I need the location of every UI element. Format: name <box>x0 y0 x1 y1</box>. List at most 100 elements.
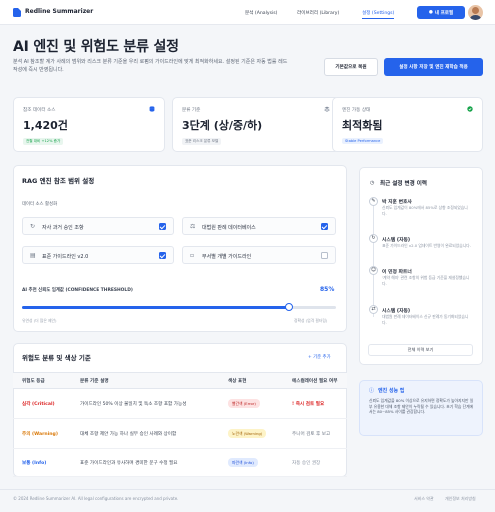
source-checkbox[interactable] <box>321 223 328 230</box>
source-checkbox[interactable] <box>159 223 166 230</box>
tip-text: 신뢰도 임계값을 80% 이상으로 유지하면 정확도가 높아지지만 일부 유용한… <box>369 398 474 414</box>
document-icon: ▤ <box>30 252 36 259</box>
user-icon: ☺ <box>369 266 378 275</box>
history-icon: ↻ <box>30 223 36 230</box>
stat-label: 분류 기준 <box>182 108 201 113</box>
logo-icon <box>13 8 21 17</box>
col-description: 분류 기준 설명 <box>71 372 219 389</box>
refresh-icon: ↻ <box>369 234 378 243</box>
user-icon: ● <box>428 10 433 15</box>
history-item-title: 박 지훈 변호사 <box>382 200 412 205</box>
footer-link-terms[interactable]: 서비스 약관 <box>414 496 434 502</box>
threshold-slider[interactable] <box>22 303 336 311</box>
clock-icon: ◷ <box>370 180 375 186</box>
source-checkbox[interactable] <box>159 252 166 259</box>
table-row[interactable]: 주의 (Warning) 대체 조항 제안 가능 하나 실무 승인 사례와 상이… <box>13 418 347 449</box>
history-item-desc: 신뢰도 임계값이 80%에서 85%로 상향 조정되었습니다. <box>382 205 468 216</box>
nav-library[interactable]: 라이브러리 (Library) <box>297 10 339 16</box>
stat-sub: 전월 대비 +12% 증가 <box>23 138 64 145</box>
history-card <box>359 167 483 365</box>
risk-description: 대체 조항 제안 가능 하나 실무 승인 사례와 상이함 <box>71 418 219 449</box>
color-badge: 파란색 (Info) <box>228 458 258 467</box>
risk-table: 위험도 등급 분류 기준 설명 색상 표현 에스컬레이션 필요 여부 심각 (C… <box>13 372 347 477</box>
risk-grade: 보통 (Info) <box>13 448 71 477</box>
sources-label: 데이터 소스 활성화 <box>22 202 58 207</box>
scale-icon: ⚖ <box>190 223 196 230</box>
edit-icon: ✎ <box>369 197 378 206</box>
check-circle-icon <box>467 106 473 112</box>
risk-grade: 심각 (Critical) <box>13 388 71 419</box>
nav-settings[interactable]: 설정 (Settings) <box>362 10 395 19</box>
stat-value: 3단계 (상/중/하) <box>182 119 263 132</box>
top-bar: Redline Summarizer 분석 (Analysis) 라이브러리 (… <box>0 0 495 25</box>
history-title: 최근 설정 변경 이력 <box>380 181 428 187</box>
layers-icon <box>324 106 330 112</box>
risk-description: 표준 가이드라인과 유사하며 경미한 문구 수정 필요 <box>71 448 219 477</box>
source-label: 부서별 개별 가이드라인 <box>202 254 252 260</box>
history-item-desc: '계약 해지' 관련 조항의 위험 등급 기준을 재설정했습니다. <box>382 275 470 286</box>
tip-title: 엔진 성능 팁 <box>378 388 405 394</box>
risk-description: 가이드라인 50% 이상 불일치 및 독소 조항 포함 가능성 <box>71 388 219 419</box>
source-checkbox[interactable] <box>321 252 328 259</box>
slider-min-label: 유연성 (더 많은 제안) <box>22 318 57 323</box>
source-label: 대법원 판례 데이터베이스 <box>202 225 256 231</box>
escalation-text: 자동 승인 권장 <box>283 448 347 477</box>
color-badge: 노란색 (Warning) <box>228 429 267 438</box>
col-grade: 위험도 등급 <box>13 372 71 389</box>
escalation-text: 주니어 검토 후 보고 <box>283 418 347 449</box>
profile-button-label: 내 프로필 <box>434 10 454 16</box>
folder-icon: ▫ <box>190 252 195 259</box>
source-standard-guideline[interactable]: ▤ 표준 가이드라인 v2.0 <box>22 246 174 264</box>
view-all-history-button[interactable]: 전체 이력 보기 <box>368 344 473 356</box>
history-item-title: 시스템 (자동) <box>382 309 411 314</box>
history-item-desc: 표준 가이드라인 v2.0 업데이트 반영이 완료되었습니다. <box>382 243 471 248</box>
slider-thumb[interactable] <box>284 303 293 311</box>
nav-analysis[interactable]: 분석 (Analysis) <box>245 10 277 16</box>
risk-grade: 주의 (Warning) <box>13 418 71 449</box>
stat-value: 최적화됨 <box>342 119 383 132</box>
source-label: 자사 과거 승인 조항 <box>42 225 84 231</box>
footer-link-privacy[interactable]: 개인정보 처리방침 <box>445 496 476 502</box>
stat-label: 엔진 가동 상태 <box>342 108 371 113</box>
col-color: 색상 표현 <box>219 372 283 389</box>
rag-section-title: RAG 엔진 참조 범위 설정 <box>22 177 95 185</box>
source-label: 표준 가이드라인 v2.0 <box>42 254 89 260</box>
stat-value: 1,420건 <box>23 119 68 132</box>
threshold-label: AI 추천 신뢰도 임계값 (CONFIDENCE THRESHOLD) <box>22 288 133 293</box>
sync-icon: ⇄ <box>369 305 378 314</box>
info-icon: ⓘ <box>369 388 375 394</box>
page-title: AI 엔진 및 위험도 분류 설정 <box>13 39 179 55</box>
stat-label: 참조 데이터 소스 <box>23 108 56 113</box>
save-and-retrain-button[interactable]: 설정 사항 저장 및 엔진 재학습 적용 <box>384 58 483 76</box>
stat-sub: Stable Performance <box>342 138 384 144</box>
history-item-desc: 대법원 판례 데이터베이스 신규 판례가 동기화되었습니다. <box>382 314 469 325</box>
table-row[interactable]: 보통 (Info) 표준 가이드라인과 유사하며 경미한 문구 수정 필요 파란… <box>13 448 347 477</box>
database-icon <box>149 106 155 112</box>
risk-section-title: 위험도 분류 및 색상 기준 <box>22 354 91 362</box>
reset-defaults-button[interactable]: 기본값으로 복원 <box>324 58 378 76</box>
color-badge: 빨간색 (Error) <box>228 399 260 408</box>
col-escalation: 에스컬레이션 필요 여부 <box>283 372 347 389</box>
stat-card-sources: 참조 데이터 소스 1,420건 전월 대비 +12% 증가 <box>13 97 165 152</box>
timeline-line <box>373 201 374 317</box>
source-past-approved[interactable]: ↻ 자사 과거 승인 조항 <box>22 217 174 235</box>
source-supreme-court[interactable]: ⚖ 대법원 판례 데이터베이스 <box>182 217 336 235</box>
history-item-title: 시스템 (자동) <box>382 238 411 243</box>
history-item-title: 이 민정 파트너 <box>382 270 412 275</box>
avatar[interactable] <box>468 5 483 20</box>
threshold-value: 85% <box>320 286 335 293</box>
footer-divider <box>0 489 495 490</box>
stat-card-criteria: 분류 기준 3단계 (상/중/하) 표준 리스크 분류 모델 <box>172 97 340 152</box>
source-department-guideline[interactable]: ▫ 부서별 개별 가이드라인 <box>182 246 336 264</box>
add-criteria-button[interactable]: + 기준 추가 <box>308 354 331 360</box>
slider-max-label: 정확성 (엄격 필터링) <box>294 318 328 323</box>
table-row[interactable]: 심각 (Critical) 가이드라인 50% 이상 불일치 및 독소 조항 포… <box>13 388 347 419</box>
footer-copyright: © 2024 Redline Summarizer AI. All legal … <box>13 496 179 501</box>
escalation-text: 즉시 검토 필요 <box>295 401 325 407</box>
page-description: 분석 AI 참조할 계가 사례의 범위와 리스크 분류 기준을 우리 로펌의 가… <box>13 59 288 73</box>
slider-fill <box>22 306 289 309</box>
stat-sub: 표준 리스크 분류 모델 <box>182 138 222 145</box>
stat-card-engine-status: 엔진 가동 상태 최적화됨 Stable Performance <box>332 97 483 152</box>
app-title: Redline Summarizer <box>25 8 94 15</box>
profile-button[interactable]: ● 내 프로필 <box>417 6 465 19</box>
